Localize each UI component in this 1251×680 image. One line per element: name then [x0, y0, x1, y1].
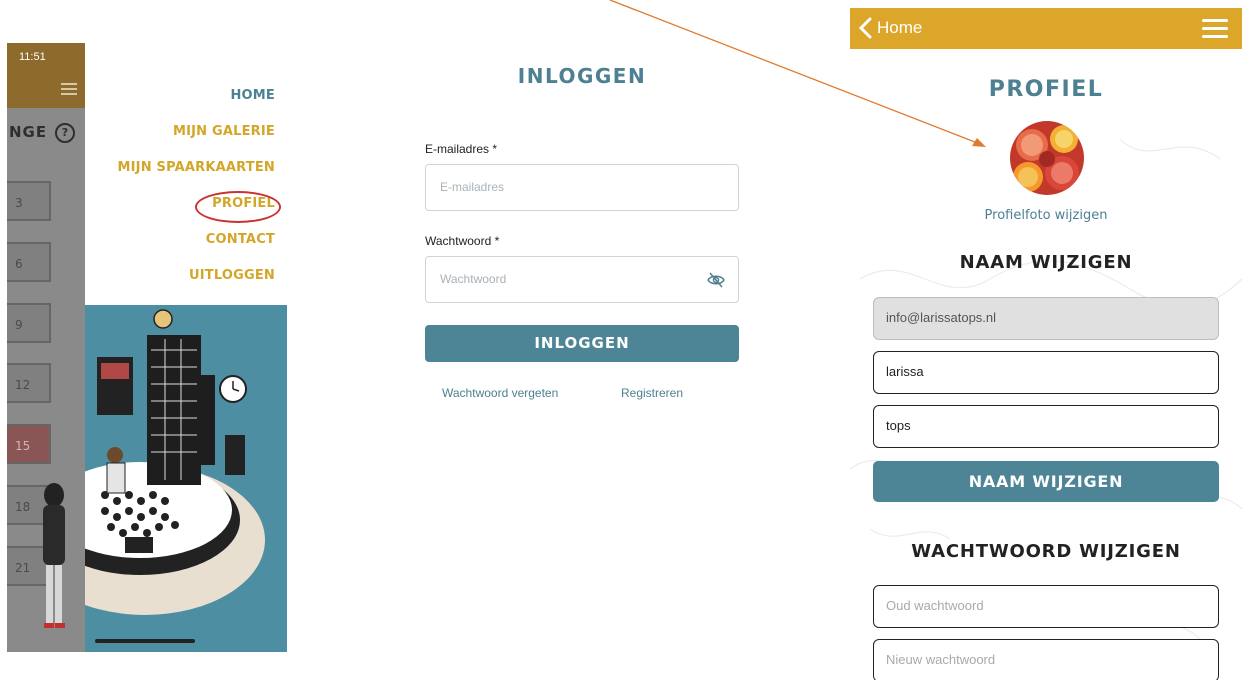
back-chevron-icon[interactable] [856, 17, 876, 39]
hamburger-menu-icon[interactable] [1202, 19, 1228, 39]
change-name-button[interactable]: NAAM WIJZIGEN [873, 461, 1219, 502]
first-name-input[interactable]: larissa [873, 351, 1219, 394]
password-section-title: WACHTWOORD WIJZIGEN [911, 541, 1181, 562]
menu-screen: 11:51 NGE ? 3 6 9 12 15 18 21 HOME MIJN … [7, 43, 287, 652]
old-password-placeholder: Oud wachtwoord [886, 598, 984, 613]
change-photo-link[interactable]: Profielfoto wijzigen [850, 208, 1242, 223]
back-button[interactable]: Home [877, 18, 922, 38]
password-field[interactable]: Wachtwoord [425, 256, 739, 303]
calendar-day-highlighted: 15 [7, 424, 51, 464]
eye-slash-icon[interactable] [706, 270, 726, 290]
status-bar: 11:51 [7, 43, 85, 108]
menu-illustration [85, 305, 287, 652]
new-password-placeholder: Nieuw wachtwoord [886, 652, 996, 667]
email-field[interactable]: E-mailadres [425, 164, 739, 211]
annotation-circle [195, 191, 281, 223]
menu-item-contact[interactable]: CONTACT [118, 232, 276, 268]
top-navigation-bar: Home [850, 8, 1242, 49]
status-time: 11:51 [19, 51, 46, 63]
menu-item-savings-cards[interactable]: MIJN SPAARKAARTEN [118, 160, 276, 196]
menu-item-profile[interactable]: PROFIEL [118, 191, 281, 232]
name-section-title: NAAM WIJZIGEN [959, 252, 1133, 273]
help-icon[interactable]: ? [55, 123, 75, 143]
email-value: info@larissatops.nl [886, 310, 997, 325]
menu-item-logout[interactable]: UITLOGGEN [118, 268, 276, 304]
calendar-day: 6 [7, 242, 51, 282]
person-illustration [37, 483, 71, 633]
avatar[interactable] [1010, 121, 1084, 195]
profile-screen: Home PROFIEL Profielfoto wijzigen NAAM W… [850, 8, 1242, 680]
new-password-input[interactable]: Nieuw wachtwoord [873, 639, 1219, 680]
calendar-day: 12 [7, 363, 51, 403]
menu-item-home[interactable]: HOME [118, 88, 276, 124]
first-name-value: larissa [886, 364, 924, 379]
fruit-photo [1010, 121, 1084, 195]
forgot-password-link[interactable]: Wachtwoord vergeten [442, 386, 558, 400]
password-placeholder: Wachtwoord [440, 272, 507, 286]
menu-item-gallery[interactable]: MIJN GALERIE [118, 124, 276, 160]
old-password-input[interactable]: Oud wachtwoord [873, 585, 1219, 628]
side-menu: HOME MIJN GALERIE MIJN SPAARKAARTEN PROF… [118, 88, 281, 304]
calendar-day: 9 [7, 303, 51, 343]
login-title: INLOGGEN [517, 64, 647, 88]
partial-page-title: NGE [9, 123, 48, 141]
last-name-value: tops [886, 418, 911, 433]
calendar-day: 3 [7, 181, 51, 221]
illustration-art [85, 309, 265, 615]
page-title: PROFIEL [988, 77, 1104, 102]
email-placeholder: E-mailadres [440, 180, 505, 194]
last-name-input[interactable]: tops [873, 405, 1219, 448]
login-button[interactable]: INLOGGEN [425, 325, 739, 362]
home-indicator [95, 639, 195, 643]
email-field-readonly: info@larissatops.nl [873, 297, 1219, 340]
password-label: Wachtwoord * [425, 234, 500, 248]
email-label: E-mailadres * [425, 142, 498, 156]
register-link[interactable]: Registreren [621, 386, 683, 400]
menu-icon[interactable] [61, 83, 77, 95]
